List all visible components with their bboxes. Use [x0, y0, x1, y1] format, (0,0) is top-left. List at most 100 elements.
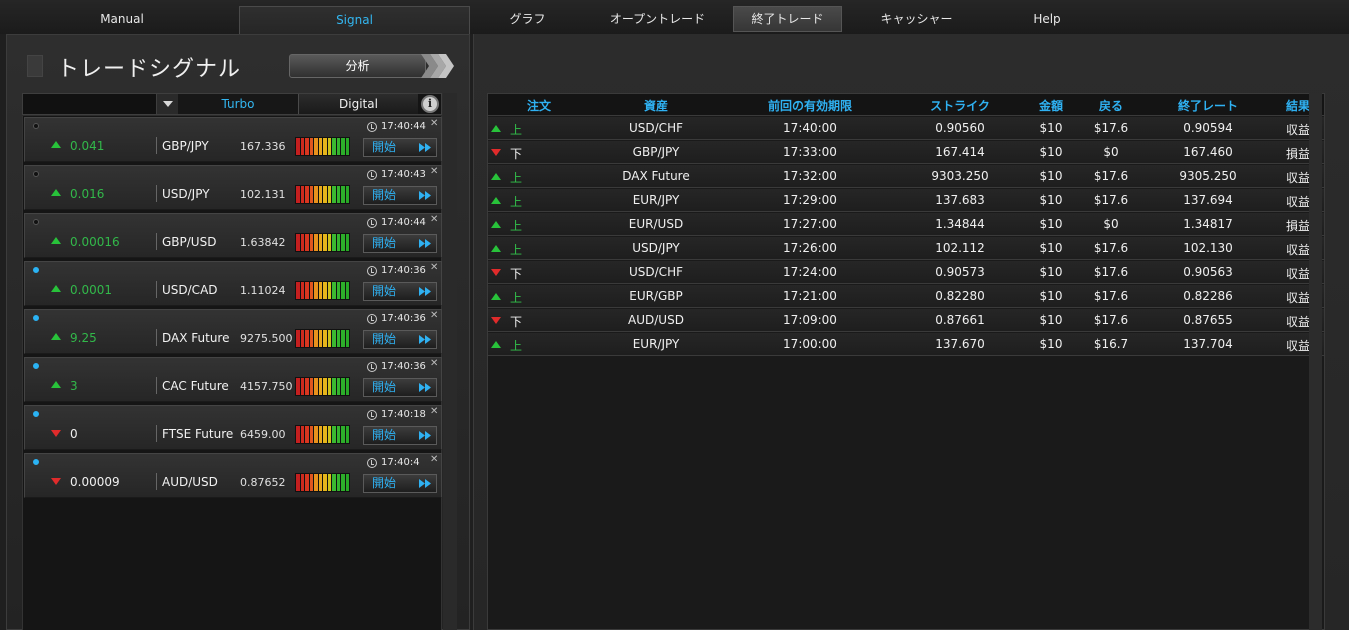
cell-close-rate: 0.87655: [1183, 313, 1233, 327]
signal-row[interactable]: 0.00009 AUD/USD 0.87652 17:40:4 ✕ 開始: [24, 453, 442, 498]
signal-asset: USD/CAD: [162, 283, 218, 297]
arrow-down-icon: [51, 478, 61, 485]
start-label: 開始: [372, 332, 397, 346]
analyze-button[interactable]: 分析: [289, 54, 426, 78]
divider: [156, 425, 157, 442]
signal-price: 1.11024: [240, 284, 286, 297]
table-row[interactable]: 上 EUR/JPY 17:29:00 137.683 $10 $17.6 137.694 収益: [488, 189, 1324, 212]
start-label: 開始: [372, 236, 397, 250]
table-row[interactable]: 上 USD/JPY 17:26:00 102.112 $10 $17.6 102.130 収益: [488, 237, 1324, 260]
close-icon[interactable]: ✕: [430, 310, 438, 321]
trades-scrollbar[interactable]: [1309, 93, 1322, 630]
signal-status-dot: [33, 411, 39, 417]
tab-signal[interactable]: Signal: [239, 6, 470, 34]
header-asset[interactable]: 資産: [618, 97, 694, 114]
tab-help[interactable]: Help: [1020, 6, 1074, 34]
tab-open-trades[interactable]: オープントレード: [595, 6, 720, 34]
cell-asset: EUR/JPY: [632, 193, 680, 207]
header-expiry[interactable]: 前回の有効期限: [750, 97, 870, 114]
start-label: 開始: [372, 428, 397, 442]
tab-turbo[interactable]: Turbo: [178, 94, 298, 114]
start-button[interactable]: 開始: [363, 378, 437, 397]
signal-list-scrollbar[interactable]: [443, 93, 457, 630]
tab-digital[interactable]: Digital: [298, 94, 418, 114]
chevron-down-icon[interactable]: [156, 94, 178, 114]
cell-close-rate: 137.694: [1183, 193, 1233, 207]
divider: [156, 233, 157, 250]
tab-graph[interactable]: グラフ: [490, 6, 565, 34]
signal-time: 17:40:36: [381, 265, 426, 276]
cell-expiry: 17:26:00: [783, 241, 837, 255]
divider: [156, 329, 157, 346]
header-close-rate[interactable]: 終了レート: [1163, 97, 1253, 114]
clock-icon: [367, 266, 377, 276]
signal-row[interactable]: 0 FTSE Future 6459.00 17:40:18 ✕ 開始: [24, 405, 442, 450]
header-order[interactable]: 注文: [516, 97, 562, 114]
cell-order: 上: [510, 339, 523, 353]
table-row[interactable]: 上 USD/CHF 17:40:00 0.90560 $10 $17.6 0.90594 収益: [488, 117, 1324, 140]
signal-price: 1.63842: [240, 236, 286, 249]
signal-row[interactable]: 3 CAC Future 4157.750 17:40:36 ✕ 開始: [24, 357, 442, 402]
signal-row[interactable]: 0.00016 GBP/USD 1.63842 17:40:44 ✕ 開始: [24, 213, 442, 258]
signal-asset: AUD/USD: [162, 475, 218, 489]
close-icon[interactable]: ✕: [430, 118, 438, 129]
cell-close-rate: 0.82286: [1183, 289, 1233, 303]
close-icon[interactable]: ✕: [430, 454, 438, 465]
cell-close-rate: 9305.250: [1179, 169, 1237, 183]
cell-strike: 102.112: [935, 241, 985, 255]
signal-asset: GBP/USD: [162, 235, 217, 249]
signal-time: 17:40:43: [381, 169, 426, 180]
info-icon[interactable]: i: [421, 95, 439, 113]
header-amount[interactable]: 金額: [1029, 97, 1073, 114]
triple-chevron-icon[interactable]: [421, 54, 455, 78]
divider: [156, 377, 157, 394]
start-button[interactable]: 開始: [363, 186, 437, 205]
table-row[interactable]: 上 EUR/JPY 17:00:00 137.670 $10 $16.7 137.704 収益: [488, 333, 1324, 356]
start-label: 開始: [372, 140, 397, 154]
tab-cashier[interactable]: キャッシャー: [865, 6, 968, 34]
close-icon[interactable]: ✕: [430, 406, 438, 417]
signal-filter-bar: Turbo Digital: [22, 93, 442, 115]
cell-order: 下: [510, 147, 523, 161]
signal-status-dot: [33, 459, 39, 465]
start-button[interactable]: 開始: [363, 330, 437, 349]
cell-strike: 0.90573: [935, 265, 985, 279]
table-row[interactable]: 上 EUR/USD 17:27:00 1.34844 $10 $0 1.34817 損益: [488, 213, 1324, 236]
signal-strength-meter: [295, 137, 350, 156]
cell-strike: 167.414: [935, 145, 985, 159]
cell-asset: USD/CHF: [629, 121, 683, 135]
table-row[interactable]: 下 USD/CHF 17:24:00 0.90573 $10 $17.6 0.90563 収益: [488, 261, 1324, 284]
arrow-up-icon: [491, 221, 501, 228]
asset-filter-select[interactable]: [23, 94, 156, 114]
header-strike[interactable]: ストライク: [920, 97, 1000, 114]
start-button[interactable]: 開始: [363, 234, 437, 253]
signal-price: 0.87652: [240, 476, 286, 489]
header-return[interactable]: 戻る: [1086, 97, 1136, 114]
cell-order: 下: [510, 267, 523, 281]
signal-row[interactable]: 0.0001 USD/CAD 1.11024 17:40:36 ✕ 開始: [24, 261, 442, 306]
tab-manual[interactable]: Manual: [6, 6, 238, 34]
cell-strike: 0.87661: [935, 313, 985, 327]
start-label: 開始: [372, 188, 397, 202]
cell-amount: $10: [1039, 289, 1063, 303]
start-button[interactable]: 開始: [363, 138, 437, 157]
close-icon[interactable]: ✕: [430, 262, 438, 273]
start-button[interactable]: 開始: [363, 282, 437, 301]
signal-change: 0: [70, 427, 78, 441]
table-row[interactable]: 上 DAX Future 17:32:00 9303.250 $10 $17.6 9305.…: [488, 165, 1324, 188]
table-row[interactable]: 下 GBP/JPY 17:33:00 167.414 $10 $0 167.460 損益: [488, 141, 1324, 164]
signal-row[interactable]: 9.25 DAX Future 9275.500 17:40:36 ✕ 開始: [24, 309, 442, 354]
signal-strength-meter: [295, 281, 350, 300]
start-button[interactable]: 開始: [363, 426, 437, 445]
close-icon[interactable]: ✕: [430, 358, 438, 369]
table-row[interactable]: 上 EUR/GBP 17:21:00 0.82280 $10 $17.6 0.82286 収益: [488, 285, 1324, 308]
signal-row[interactable]: 0.041 GBP/JPY 167.336 17:40:44 ✕ 開始: [24, 117, 442, 162]
tab-closed-trades[interactable]: 終了トレード: [733, 6, 842, 32]
signal-status-dot: [33, 267, 39, 273]
close-icon[interactable]: ✕: [430, 214, 438, 225]
signal-row[interactable]: 0.016 USD/JPY 102.131 17:40:43 ✕ 開始: [24, 165, 442, 210]
table-row[interactable]: 下 AUD/USD 17:09:00 0.87661 $10 $17.6 0.87655 収益: [488, 309, 1324, 332]
start-label: 開始: [372, 380, 397, 394]
close-icon[interactable]: ✕: [430, 166, 438, 177]
start-button[interactable]: 開始: [363, 474, 437, 493]
